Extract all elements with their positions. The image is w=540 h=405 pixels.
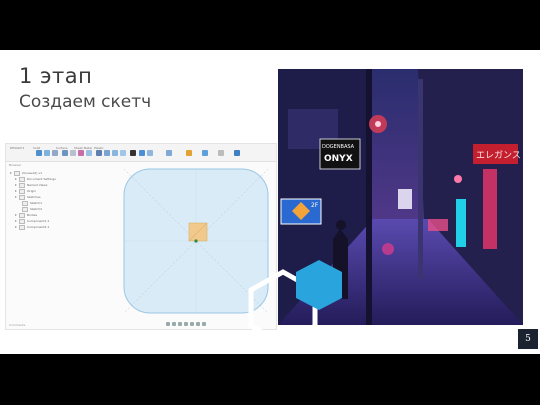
expand-icon[interactable] (15, 196, 17, 198)
hole-icon[interactable] (96, 150, 102, 156)
slide: 1 этап Создаем скетч DESIGN ▾ Solid Surf… (0, 50, 540, 354)
navigation-bar (166, 322, 236, 327)
pattern-icon[interactable] (112, 150, 118, 156)
component-icon (19, 224, 25, 230)
sweep-icon[interactable] (62, 150, 68, 156)
tree-item-label: Component1:1 (27, 219, 50, 223)
expand-icon[interactable] (15, 184, 17, 186)
zoom-icon[interactable] (178, 322, 182, 326)
tree-item-label: Sketch1 (30, 201, 43, 205)
folder-icon (19, 212, 25, 218)
component-icon (14, 170, 20, 176)
mirror-icon[interactable] (120, 150, 126, 156)
tree-item[interactable]: Origin (15, 188, 37, 194)
tree-item-label: Component2:1 (27, 225, 50, 229)
sketch-icon (22, 206, 28, 212)
browser-panel: Browser (Unsaved) v1 Document Settings N… (6, 161, 114, 329)
viewports-icon[interactable] (202, 322, 206, 326)
tree-item[interactable]: Sketch1 (22, 200, 43, 206)
fillet-icon[interactable] (139, 150, 145, 156)
fit-icon[interactable] (184, 322, 188, 326)
measure-icon[interactable] (202, 150, 208, 156)
construct-plane-icon[interactable] (186, 150, 192, 156)
tree-item[interactable]: Bodies (15, 212, 38, 218)
tree-item[interactable]: Component1:1 (15, 218, 50, 224)
cad-toolbar: DESIGN ▾ Solid Surface Sheet Metal Plast… (6, 144, 276, 162)
hexagon-filled (296, 260, 342, 310)
revolve-icon[interactable] (52, 150, 58, 156)
folder-icon (19, 188, 25, 194)
expand-icon[interactable] (15, 214, 17, 216)
sketch-icon (22, 200, 28, 206)
select-icon[interactable] (234, 150, 240, 156)
tree-item[interactable]: (Unsaved) v1 (10, 170, 43, 176)
sign-text: エレガンス (476, 150, 521, 161)
tree-item-label: (Unsaved) v1 (22, 171, 43, 175)
cad-screenshot: DESIGN ▾ Solid Surface Sheet Metal Plast… (5, 143, 277, 330)
comments-label: Comments (9, 323, 26, 327)
joint-icon[interactable] (166, 150, 172, 156)
tree-item-label: Document Settings (27, 177, 56, 181)
cyan-neon-sign (456, 199, 466, 247)
expand-icon[interactable] (15, 178, 17, 180)
expand-icon[interactable] (15, 220, 17, 222)
grid-icon[interactable] (196, 322, 200, 326)
expand-icon[interactable] (15, 226, 17, 228)
browser-title: Browser (9, 163, 22, 167)
toolbar-label: DESIGN ▾ (10, 146, 25, 150)
tree-item[interactable]: Document Settings (15, 176, 56, 182)
expand-icon[interactable] (15, 190, 17, 192)
expand-icon[interactable] (10, 172, 12, 174)
tree-item[interactable]: Component2:1 (15, 224, 50, 230)
tree-item[interactable]: Named Views (15, 182, 48, 188)
sign-text: 2F (311, 202, 319, 209)
thread-icon[interactable] (104, 150, 110, 156)
sphere-icon[interactable] (78, 150, 84, 156)
tree-item-label: Bodies (27, 213, 38, 217)
insert-icon[interactable] (218, 150, 224, 156)
box-icon[interactable] (86, 150, 92, 156)
tree-item[interactable]: Sketch2 (22, 206, 43, 212)
folder-icon (19, 194, 25, 200)
slide-title: 1 этап (19, 64, 93, 88)
sign-text: DOGENBASA (322, 144, 355, 150)
origin-point[interactable] (194, 239, 198, 243)
component-icon (19, 218, 25, 224)
display-settings-icon[interactable] (190, 322, 194, 326)
tree-item-label: Origin (27, 189, 37, 193)
tree-item-label: Named Views (27, 183, 48, 187)
pink-neon-sign (483, 169, 497, 249)
tree-item-label: Sketches (27, 195, 41, 199)
page-number-badge: 5 (517, 328, 539, 350)
sign-text: ONYX (324, 154, 353, 164)
tree-item-label: Sketch2 (30, 207, 43, 211)
slide-subtitle: Создаем скетч (19, 92, 152, 112)
pan-icon[interactable] (172, 322, 176, 326)
settings-icon (19, 176, 25, 182)
chamfer-icon[interactable] (147, 150, 153, 156)
tree-item[interactable]: Sketches (15, 194, 41, 200)
create-sketch-icon[interactable] (36, 150, 42, 156)
folder-icon (19, 182, 25, 188)
loft-icon[interactable] (70, 150, 76, 156)
extrude-icon[interactable] (44, 150, 50, 156)
move-icon[interactable] (130, 150, 136, 156)
orbit-icon[interactable] (166, 322, 170, 326)
